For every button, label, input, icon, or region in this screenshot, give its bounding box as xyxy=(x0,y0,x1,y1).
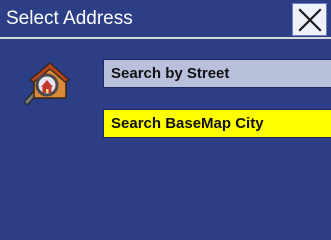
search-by-street-label: Search by Street xyxy=(111,65,230,82)
search-basemap-city-label: Search BaseMap City xyxy=(111,115,264,132)
house-magnifier-icon xyxy=(24,62,70,105)
title-bar: Select Address xyxy=(0,0,331,39)
page-title: Select Address xyxy=(6,8,133,29)
close-icon xyxy=(298,8,322,32)
search-by-street-button[interactable]: Search by Street xyxy=(103,59,331,88)
search-basemap-city-button[interactable]: Search BaseMap City xyxy=(103,109,331,138)
close-button[interactable] xyxy=(292,3,327,36)
select-address-screen: Select Address Search by Street Search B… xyxy=(0,0,331,240)
